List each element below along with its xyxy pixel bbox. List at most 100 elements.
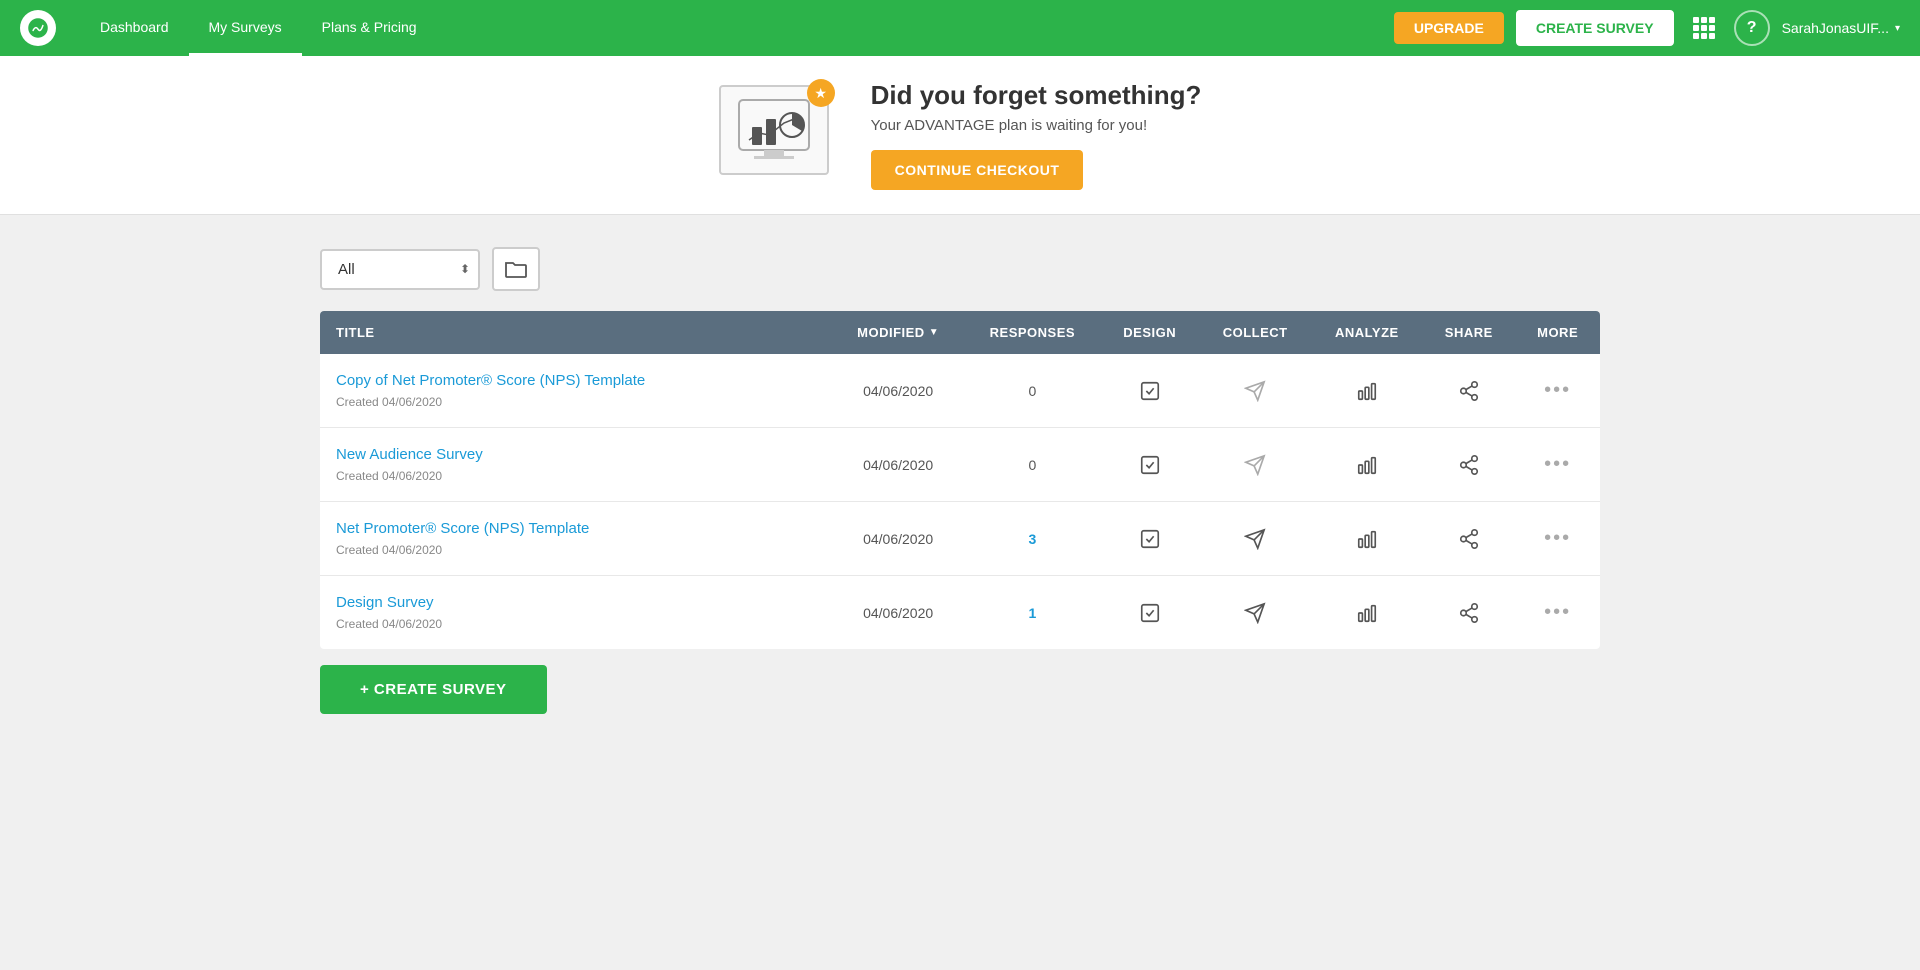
analyze-icon[interactable] (1351, 523, 1383, 555)
folder-button[interactable] (492, 247, 540, 291)
more-dots-icon[interactable]: ••• (1544, 453, 1571, 475)
filter-select-wrapper: All Active Archived (320, 249, 480, 290)
survey-modified: 04/06/2020 (832, 576, 964, 650)
survey-responses: 0 (964, 428, 1100, 502)
design-icon[interactable] (1134, 375, 1166, 407)
nav-my-surveys[interactable]: My Surveys (189, 0, 302, 56)
survey-share-action[interactable] (1422, 576, 1515, 650)
survey-title-cell: Net Promoter® Score (NPS) Template Creat… (320, 502, 832, 576)
col-design: DESIGN (1100, 311, 1198, 354)
col-responses: RESPONSES (964, 311, 1100, 354)
upgrade-button[interactable]: UPGRADE (1394, 12, 1504, 44)
banner-heading: Did you forget something? (871, 80, 1202, 111)
survey-design-action[interactable] (1100, 576, 1198, 650)
share-icon[interactable] (1453, 523, 1485, 555)
analyze-icon[interactable] (1351, 449, 1383, 481)
main-content: All Active Archived TITLE MODIFIED ▼ (0, 215, 1920, 746)
share-icon[interactable] (1453, 597, 1485, 629)
col-share: SHARE (1422, 311, 1515, 354)
survey-design-action[interactable] (1100, 354, 1198, 428)
nav-plans-pricing[interactable]: Plans & Pricing (302, 0, 437, 56)
surveys-table: TITLE MODIFIED ▼ RESPONSES DESIGN COLLEC… (320, 311, 1600, 649)
continue-checkout-button[interactable]: CONTINUE CHECKOUT (871, 150, 1084, 190)
sort-arrow-icon: ▼ (929, 327, 939, 338)
collect-icon[interactable] (1239, 449, 1271, 481)
survey-share-action[interactable] (1422, 428, 1515, 502)
survey-analyze-action[interactable] (1311, 354, 1422, 428)
survey-design-action[interactable] (1100, 502, 1198, 576)
table-header-row: TITLE MODIFIED ▼ RESPONSES DESIGN COLLEC… (320, 311, 1600, 354)
user-menu[interactable]: SarahJonasUIF... ▾ (1782, 20, 1900, 36)
survey-design-action[interactable] (1100, 428, 1198, 502)
design-icon[interactable] (1134, 523, 1166, 555)
survey-collect-action[interactable] (1199, 428, 1311, 502)
create-survey-button-bottom[interactable]: + CREATE SURVEY (320, 665, 547, 714)
analyze-icon[interactable] (1351, 597, 1383, 629)
survey-title-link[interactable]: New Audience Survey (336, 446, 816, 463)
survey-more-action[interactable]: ••• (1515, 354, 1600, 428)
promo-banner: ★ Did you forget something? Your ADVANTA… (0, 56, 1920, 215)
navbar-right: UPGRADE CREATE SURVEY ? SarahJonasUIF...… (1394, 10, 1900, 46)
survey-created-date: Created 04/06/2020 (336, 469, 442, 483)
survey-share-action[interactable] (1422, 502, 1515, 576)
banner-chart-icon: ★ (719, 85, 829, 175)
survey-title-link[interactable]: Net Promoter® Score (NPS) Template (336, 520, 816, 537)
survey-modified: 04/06/2020 (832, 502, 964, 576)
survey-analyze-action[interactable] (1311, 576, 1422, 650)
share-icon[interactable] (1453, 449, 1485, 481)
survey-title-cell: New Audience Survey Created 04/06/2020 (320, 428, 832, 502)
survey-collect-action[interactable] (1199, 354, 1311, 428)
survey-share-action[interactable] (1422, 354, 1515, 428)
col-modified[interactable]: MODIFIED ▼ (832, 311, 964, 354)
survey-more-action[interactable]: ••• (1515, 502, 1600, 576)
more-dots-icon[interactable]: ••• (1544, 527, 1571, 549)
survey-title-link[interactable]: Design Survey (336, 594, 816, 611)
navbar: Dashboard My Surveys Plans & Pricing UPG… (0, 0, 1920, 56)
col-more: MORE (1515, 311, 1600, 354)
design-icon[interactable] (1134, 449, 1166, 481)
user-chevron-icon: ▾ (1895, 23, 1900, 34)
design-icon[interactable] (1134, 597, 1166, 629)
survey-title-cell: Design Survey Created 04/06/2020 (320, 576, 832, 650)
banner-text-area: Did you forget something? Your ADVANTAGE… (871, 80, 1202, 190)
nav-links: Dashboard My Surveys Plans & Pricing (80, 0, 437, 56)
survey-more-action[interactable]: ••• (1515, 576, 1600, 650)
collect-icon[interactable] (1239, 597, 1271, 629)
analyze-icon[interactable] (1351, 375, 1383, 407)
survey-responses[interactable]: 3 (964, 502, 1100, 576)
create-survey-button-header[interactable]: CREATE SURVEY (1516, 10, 1674, 46)
col-collect: COLLECT (1199, 311, 1311, 354)
logo[interactable] (20, 10, 56, 46)
nav-dashboard[interactable]: Dashboard (80, 0, 189, 56)
filter-row: All Active Archived (320, 247, 1600, 291)
user-name: SarahJonasUIF... (1782, 20, 1889, 36)
survey-collect-action[interactable] (1199, 502, 1311, 576)
survey-modified: 04/06/2020 (832, 354, 964, 428)
col-title: TITLE (320, 311, 832, 354)
collect-icon[interactable] (1239, 375, 1271, 407)
help-icon[interactable]: ? (1734, 10, 1770, 46)
survey-analyze-action[interactable] (1311, 502, 1422, 576)
collect-icon[interactable] (1239, 523, 1271, 555)
table-row: Copy of Net Promoter® Score (NPS) Templa… (320, 354, 1600, 428)
survey-created-date: Created 04/06/2020 (336, 543, 442, 557)
survey-modified: 04/06/2020 (832, 428, 964, 502)
more-dots-icon[interactable]: ••• (1544, 601, 1571, 623)
share-icon[interactable] (1453, 375, 1485, 407)
filter-select[interactable]: All Active Archived (320, 249, 480, 290)
survey-created-date: Created 04/06/2020 (336, 395, 442, 409)
table-row: New Audience Survey Created 04/06/2020 0… (320, 428, 1600, 502)
more-dots-icon[interactable]: ••• (1544, 379, 1571, 401)
survey-title-link[interactable]: Copy of Net Promoter® Score (NPS) Templa… (336, 372, 816, 389)
survey-responses: 0 (964, 354, 1100, 428)
banner-illustration: ★ (719, 85, 839, 185)
survey-created-date: Created 04/06/2020 (336, 617, 442, 631)
survey-responses[interactable]: 1 (964, 576, 1100, 650)
survey-collect-action[interactable] (1199, 576, 1311, 650)
apps-grid-icon[interactable] (1686, 10, 1722, 46)
col-analyze: ANALYZE (1311, 311, 1422, 354)
survey-more-action[interactable]: ••• (1515, 428, 1600, 502)
table-row: Design Survey Created 04/06/2020 04/06/2… (320, 576, 1600, 650)
survey-analyze-action[interactable] (1311, 428, 1422, 502)
survey-title-cell: Copy of Net Promoter® Score (NPS) Templa… (320, 354, 832, 428)
